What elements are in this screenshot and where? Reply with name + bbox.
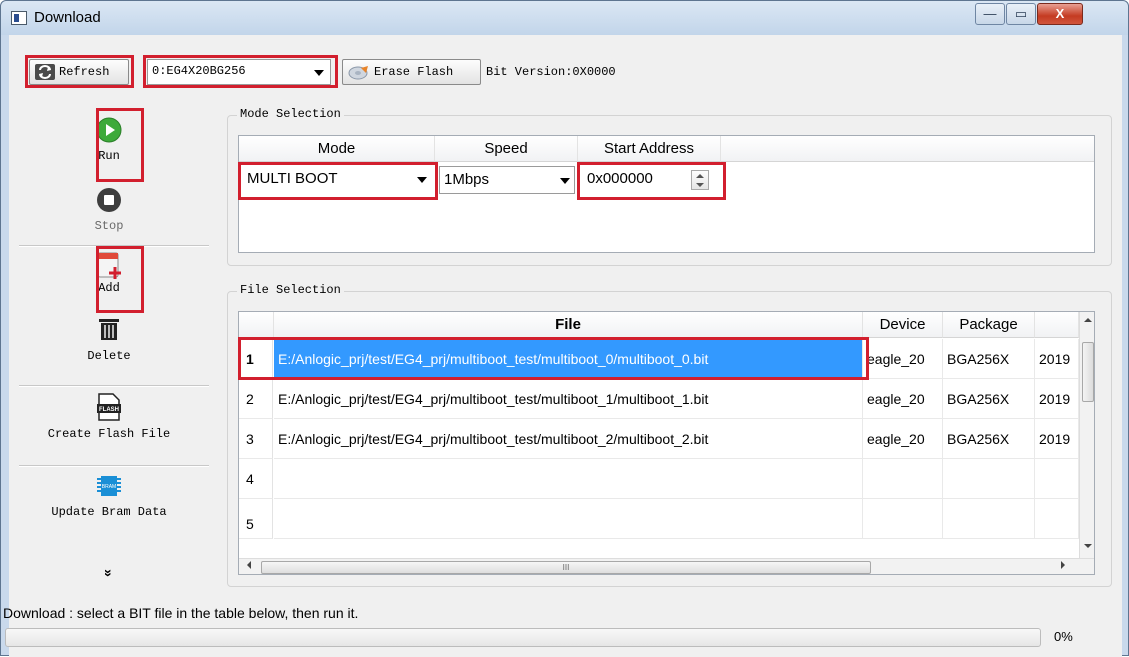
update-bram-data-button[interactable]: BRAM Update Bram Data [9, 471, 209, 541]
close-button[interactable]: X [1037, 3, 1083, 25]
toolbar: Refresh 0:EG4X20BG256 Erase Flash Bit Ve… [9, 35, 1122, 88]
window-title: Download [34, 9, 101, 26]
package-cell[interactable]: BGA256X [943, 339, 1035, 379]
erase-flash-icon [348, 66, 368, 80]
package-header: Package [943, 312, 1035, 338]
row-number[interactable]: 3 [239, 419, 273, 459]
speed-header: Speed [435, 136, 578, 162]
create-flash-file-label: Create Flash File [47, 427, 171, 441]
vertical-scroll-thumb[interactable] [1082, 342, 1094, 402]
scroll-left-icon[interactable] [247, 561, 251, 569]
minimize-icon: — [983, 6, 997, 21]
date-cell[interactable]: 2019 [1035, 419, 1079, 459]
download-window: Download — ▭ X Refresh 0:EG4X20BG256 Era… [0, 0, 1129, 657]
vertical-scrollbar[interactable] [1079, 312, 1094, 558]
start-address-header: Start Address [578, 136, 721, 162]
sidebar: Run Stop Add Delete FLASH Create Flash F… [9, 75, 224, 595]
file-path-cell[interactable] [274, 499, 863, 539]
package-cell[interactable] [943, 459, 1035, 499]
file-header: File [274, 312, 863, 338]
row-number[interactable]: 2 [239, 379, 273, 419]
title-bar[interactable]: Download — ▭ X [1, 1, 1128, 35]
chevron-down-icon [560, 178, 570, 184]
package-cell[interactable]: BGA256X [943, 379, 1035, 419]
extra-header [1035, 312, 1079, 338]
device-cell[interactable]: eagle_20 [863, 419, 943, 459]
date-cell[interactable]: 2019 [1035, 339, 1079, 379]
erase-flash-button[interactable]: Erase Flash [342, 59, 481, 85]
bram-chip-icon: BRAM [97, 476, 121, 496]
rownum-header [239, 312, 274, 338]
maximize-icon: ▭ [1014, 6, 1028, 21]
mode-header: Mode [239, 136, 435, 162]
speed-select[interactable]: 1Mbps [439, 166, 575, 194]
client-area: Refresh 0:EG4X20BG256 Erase Flash Bit Ve… [3, 35, 1122, 657]
flash-icon-text: FLASH [99, 407, 119, 413]
row-number[interactable]: 5 [239, 499, 273, 539]
close-icon: X [1055, 6, 1065, 21]
sidebar-divider [19, 385, 209, 387]
highlight-add [96, 246, 144, 313]
file-path-cell[interactable] [274, 459, 863, 499]
horizontal-scrollbar[interactable]: III [239, 558, 1094, 574]
status-message: Download : select a BIT file in the tabl… [3, 605, 359, 621]
create-flash-file-button[interactable]: FLASH Create Flash File [9, 393, 209, 463]
device-cell[interactable]: eagle_20 [863, 379, 943, 419]
package-cell[interactable]: BGA256X [943, 419, 1035, 459]
highlight-start-address [577, 162, 726, 200]
erase-flash-label: Erase Flash [374, 65, 454, 79]
bit-version-text: Bit Version:0X0000 [486, 65, 616, 79]
stop-button[interactable]: Stop [9, 183, 209, 241]
highlight-mode-select [238, 162, 438, 200]
expand-more-icon[interactable]: » [97, 563, 117, 583]
stop-icon [97, 188, 121, 212]
window-app-icon [11, 11, 27, 25]
minimize-button[interactable]: — [975, 3, 1005, 25]
speed-select-value: 1Mbps [444, 171, 490, 188]
row-number[interactable]: 4 [239, 459, 273, 499]
highlight-run [96, 108, 144, 182]
date-cell[interactable] [1035, 459, 1079, 499]
highlight-selected-file-row [238, 337, 869, 380]
device-cell[interactable] [863, 499, 943, 539]
mode-selection-title: Mode Selection [237, 107, 344, 121]
progress-percent: 0% [1054, 629, 1073, 644]
scroll-up-icon[interactable] [1084, 318, 1092, 322]
file-path-cell[interactable]: E:/Anlogic_prj/test/EG4_prj/multiboot_te… [274, 379, 863, 419]
update-bram-data-label: Update Bram Data [51, 505, 167, 519]
date-cell[interactable] [1035, 499, 1079, 539]
delete-button[interactable]: Delete [9, 317, 209, 375]
stop-label: Stop [94, 219, 124, 233]
flash-file-icon: FLASH [97, 393, 121, 421]
sidebar-divider [19, 465, 209, 467]
device-cell[interactable] [863, 459, 943, 499]
date-cell[interactable]: 2019 [1035, 379, 1079, 419]
delete-label: Delete [87, 349, 131, 363]
maximize-button[interactable]: ▭ [1006, 3, 1036, 25]
progress-bar [5, 628, 1041, 647]
bram-icon-text: BRAM [102, 484, 116, 490]
trash-icon [99, 319, 119, 340]
file-selection-title: File Selection [237, 283, 344, 297]
device-header: Device [863, 312, 943, 338]
package-cell[interactable] [943, 499, 1035, 539]
scroll-down-icon[interactable] [1084, 544, 1092, 548]
scroll-right-icon[interactable] [1061, 561, 1065, 569]
empty-header [721, 136, 1094, 162]
device-cell[interactable]: eagle_20 [863, 339, 943, 379]
horizontal-scroll-thumb[interactable]: III [261, 561, 871, 574]
file-path-cell[interactable]: E:/Anlogic_prj/test/EG4_prj/multiboot_te… [274, 419, 863, 459]
